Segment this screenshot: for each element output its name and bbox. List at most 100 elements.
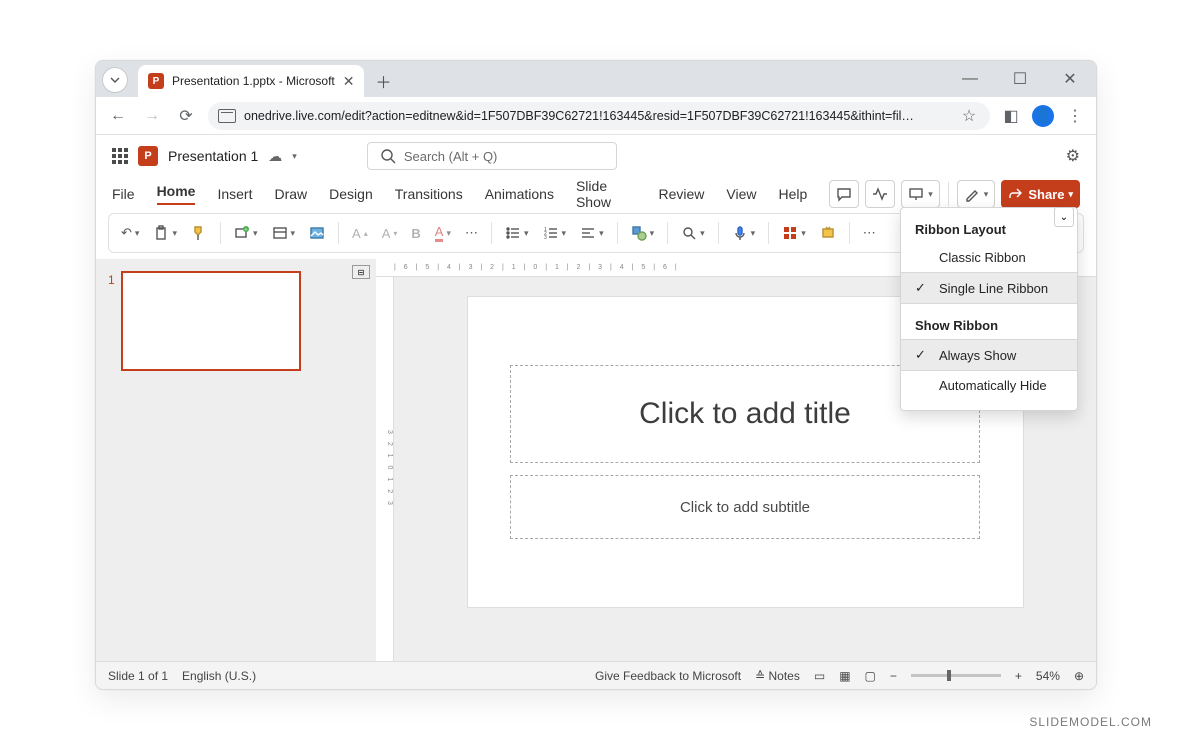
numbering-button[interactable]: 123▾ — [539, 222, 571, 244]
new-slide-icon: + — [234, 225, 250, 241]
dictate-button[interactable]: ▾ — [728, 222, 760, 244]
option-single-line-ribbon[interactable]: ✓Single Line Ribbon — [901, 272, 1077, 304]
font-more-button[interactable]: ⋯ — [461, 222, 482, 244]
editing-mode-button[interactable]: ▾ — [957, 180, 996, 208]
font-color-button[interactable]: A▾ — [431, 221, 455, 245]
browser-menu-button[interactable]: ⋮ — [1064, 106, 1086, 126]
vertical-ruler: 3 2 1 0 1 2 3 — [376, 277, 394, 661]
tab-transitions[interactable]: Transitions — [395, 186, 463, 202]
zoom-out-button[interactable]: − — [890, 669, 897, 683]
option-always-show[interactable]: ✓Always Show — [901, 339, 1077, 371]
site-info-icon[interactable] — [218, 109, 236, 123]
align-button[interactable]: ▾ — [576, 222, 608, 244]
view-reading-icon[interactable]: ▢ — [865, 669, 876, 683]
fit-to-window-icon[interactable]: ⊕ — [1074, 669, 1084, 683]
bookmark-star-icon[interactable]: ☆ — [958, 106, 980, 126]
ribbon-tabs: File Home Insert Draw Design Transitions… — [96, 177, 1096, 211]
rehearse-button[interactable] — [816, 222, 840, 244]
view-normal-icon[interactable]: ▭ — [814, 669, 825, 683]
slide-thumbnail-panel: 1 — [96, 259, 346, 661]
tab-file[interactable]: File — [112, 186, 135, 202]
share-button[interactable]: Share ▾ — [1001, 180, 1080, 208]
url-text: onedrive.live.com/edit?action=editnew&id… — [244, 109, 950, 123]
option-classic-ribbon[interactable]: Classic Ribbon — [901, 243, 1077, 272]
zoom-percent[interactable]: 54% — [1036, 669, 1060, 683]
popup-header-show: Show Ribbon — [901, 314, 1077, 339]
title-dropdown-icon[interactable]: ▾ — [292, 151, 297, 162]
profile-avatar-icon[interactable]: 👤 — [1032, 105, 1054, 127]
tab-review[interactable]: Review — [658, 186, 704, 202]
paste-button[interactable]: ▾ — [149, 222, 181, 244]
present-icon — [908, 186, 924, 202]
back-button[interactable]: ← — [106, 107, 130, 125]
tab-search-dropdown[interactable] — [102, 67, 128, 93]
format-painter-button[interactable] — [187, 222, 211, 244]
document-title[interactable]: Presentation 1 — [168, 148, 258, 164]
settings-gear-icon[interactable]: ⚙ — [1066, 146, 1080, 166]
numbering-icon: 123 — [543, 225, 559, 241]
option-auto-hide[interactable]: Automatically Hide — [901, 371, 1077, 400]
saved-to-cloud-icon[interactable]: ☁ — [268, 148, 282, 165]
tab-design[interactable]: Design — [329, 186, 373, 202]
ribbon-display-options-button[interactable]: ⌄ — [1054, 207, 1074, 227]
browser-tab[interactable]: P Presentation 1.pptx - Microsoft ✕ — [138, 65, 364, 97]
zoom-slider[interactable] — [911, 674, 1001, 677]
share-label: Share — [1028, 187, 1064, 202]
notes-toggle[interactable]: ≙ Notes — [755, 669, 800, 683]
chevron-down-icon — [107, 72, 123, 88]
feedback-link[interactable]: Give Feedback to Microsoft — [595, 669, 741, 683]
find-button[interactable]: ▾ — [677, 222, 709, 244]
status-slide-count[interactable]: Slide 1 of 1 — [108, 669, 168, 683]
close-tab-button[interactable]: ✕ — [343, 73, 355, 90]
tab-title: Presentation 1.pptx - Microsoft — [172, 74, 335, 88]
view-sorter-icon[interactable]: ▦ — [839, 669, 850, 683]
comment-icon — [836, 186, 852, 202]
share-icon — [1008, 186, 1024, 202]
reload-button[interactable]: ⟳ — [174, 106, 198, 126]
designer-button[interactable]: ▾ — [778, 222, 810, 244]
font-size-up-button[interactable]: A▴ — [348, 223, 372, 244]
address-bar: ← → ⟳ onedrive.live.com/edit?action=edit… — [96, 97, 1096, 135]
tab-home[interactable]: Home — [157, 183, 196, 205]
browser-window: P Presentation 1.pptx - Microsoft ✕ ＋ — … — [95, 60, 1097, 690]
minimize-button[interactable]: — — [956, 65, 984, 93]
comments-button[interactable] — [829, 180, 859, 208]
tab-insert[interactable]: Insert — [217, 186, 252, 202]
shapes-icon — [631, 225, 647, 241]
maximize-button[interactable]: ☐ — [1006, 65, 1034, 93]
tab-animations[interactable]: Animations — [485, 186, 554, 202]
font-size-down-button[interactable]: A▾ — [378, 223, 402, 244]
tab-draw[interactable]: Draw — [274, 186, 307, 202]
present-button[interactable]: ▾ — [901, 180, 940, 208]
find-icon — [681, 225, 697, 241]
url-bar[interactable]: onedrive.live.com/edit?action=editnew&id… — [208, 102, 990, 130]
app-title-bar: P Presentation 1 ☁ ▾ Search (Alt + Q) ⚙ — [96, 135, 1096, 177]
bullets-button[interactable]: ▾ — [501, 222, 533, 244]
new-tab-button[interactable]: ＋ — [370, 68, 396, 94]
picture-icon — [309, 225, 325, 241]
tab-help[interactable]: Help — [778, 186, 807, 202]
tab-slideshow[interactable]: Slide Show — [576, 178, 637, 210]
tab-view[interactable]: View — [726, 186, 756, 202]
app-launcher-icon[interactable] — [112, 148, 128, 164]
slide-thumbnail-1[interactable] — [121, 271, 301, 371]
close-window-button[interactable]: ✕ — [1056, 65, 1084, 93]
status-language[interactable]: English (U.S.) — [182, 669, 256, 683]
extensions-icon[interactable]: ◧ — [1000, 106, 1022, 126]
align-icon — [580, 225, 596, 241]
picture-button[interactable] — [305, 222, 329, 244]
search-box[interactable]: Search (Alt + Q) — [367, 142, 617, 170]
layout-button[interactable]: ▾ — [268, 222, 300, 244]
shapes-button[interactable]: ▾ — [627, 222, 659, 244]
subtitle-placeholder[interactable]: Click to add subtitle — [510, 475, 980, 539]
outline-toggle-icon[interactable]: ⊟ — [352, 265, 370, 279]
catchup-button[interactable] — [865, 180, 895, 208]
new-slide-button[interactable]: +▾ — [230, 222, 262, 244]
check-icon: ✓ — [915, 280, 929, 296]
bold-button[interactable]: B — [407, 223, 424, 244]
forward-button[interactable]: → — [140, 107, 164, 125]
ribbon-overflow-button[interactable]: ⋯ — [859, 222, 880, 244]
tab-strip: P Presentation 1.pptx - Microsoft ✕ ＋ — … — [96, 61, 1096, 97]
undo-button[interactable]: ↶▾ — [117, 222, 143, 244]
zoom-in-button[interactable]: + — [1015, 669, 1022, 683]
